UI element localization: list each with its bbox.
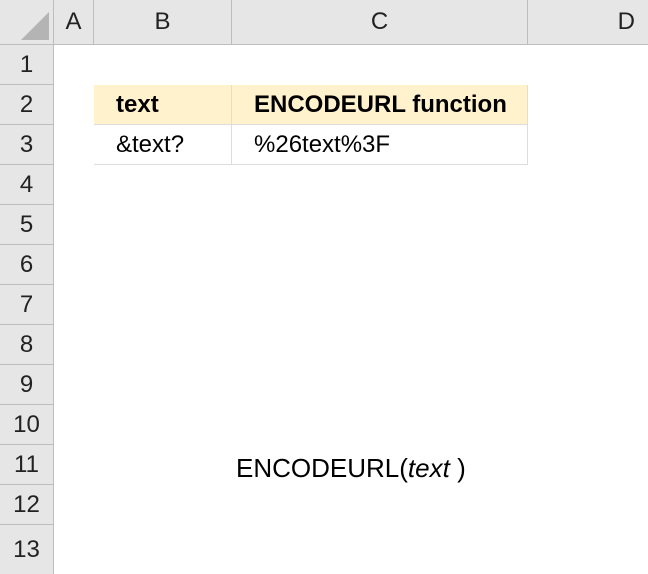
cell-b3-input[interactable]: &text?	[94, 125, 232, 165]
syntax-argument: text	[407, 452, 450, 483]
function-syntax: ENCODEURL(text )	[236, 448, 466, 488]
spreadsheet: A B C D 1 2 3 4 5 6 7 8 9 10 11 12 13 te…	[0, 0, 648, 574]
syntax-close-paren: )	[449, 452, 466, 483]
column-header-c[interactable]: C	[232, 0, 528, 45]
row-header-13[interactable]: 13	[0, 525, 54, 574]
row-header-9[interactable]: 9	[0, 365, 54, 405]
column-header-d[interactable]: D	[528, 0, 648, 45]
row-header-7[interactable]: 7	[0, 285, 54, 325]
select-all-corner[interactable]	[0, 0, 54, 45]
row-header-11[interactable]: 11	[0, 445, 54, 485]
cell-c2-header-encodeurl[interactable]: ENCODEURL function	[232, 85, 528, 125]
cell-b2-header-text[interactable]: text	[94, 85, 232, 125]
cell-c3-result[interactable]: %26text%3F	[232, 125, 528, 165]
row-header-6[interactable]: 6	[0, 245, 54, 285]
row-header-5[interactable]: 5	[0, 205, 54, 245]
row-header-3[interactable]: 3	[0, 125, 54, 165]
row-header-4[interactable]: 4	[0, 165, 54, 205]
row-header-10[interactable]: 10	[0, 405, 54, 445]
syntax-function-name: ENCODEURL(	[236, 452, 408, 483]
row-header-12[interactable]: 12	[0, 485, 54, 525]
column-header-a[interactable]: A	[54, 0, 94, 45]
select-all-triangle-icon	[21, 12, 49, 40]
column-header-b[interactable]: B	[94, 0, 232, 45]
row-header-8[interactable]: 8	[0, 325, 54, 365]
row-header-2[interactable]: 2	[0, 85, 54, 125]
row-header-1[interactable]: 1	[0, 45, 54, 85]
